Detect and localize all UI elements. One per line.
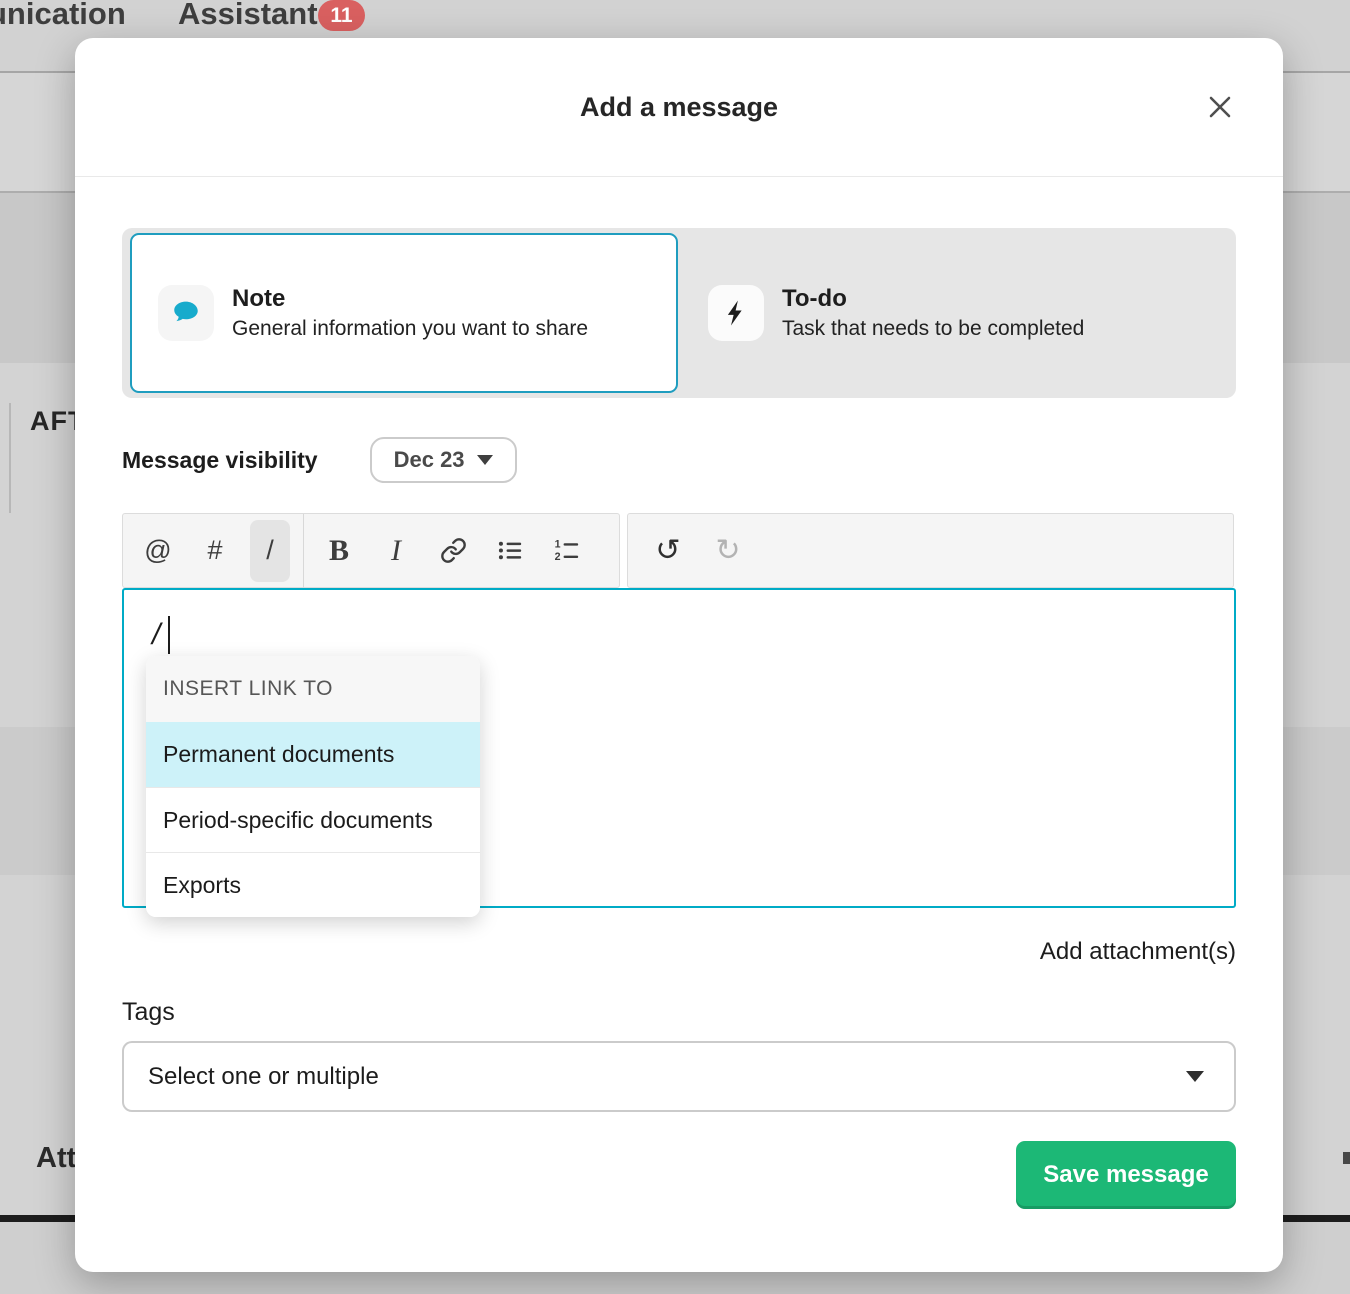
message-type-selector: Note General information you want to sha… <box>122 228 1236 398</box>
save-message-button[interactable]: Save message <box>1016 1141 1236 1209</box>
tab-communication[interactable]: unication <box>0 0 126 32</box>
toolbar-separator <box>303 514 304 589</box>
editor-typed-text: / <box>152 618 161 651</box>
lightning-bolt-icon <box>708 285 764 341</box>
modal-header: Add a message <box>75 38 1283 177</box>
chevron-down-icon <box>476 455 493 465</box>
assistant-count-badge: 11 <box>318 0 365 31</box>
menu-item-permanent-documents[interactable]: Permanent documents <box>146 722 480 787</box>
svg-text:1: 1 <box>554 539 560 551</box>
message-visibility-row: Message visibility Dec 23 <box>122 437 1236 483</box>
tags-label: Tags <box>122 998 175 1026</box>
menu-item-period-specific-documents[interactable]: Period-specific documents <box>146 787 480 852</box>
speech-bubble-icon <box>158 285 214 341</box>
editor-toolbar: @ # / B I 1 2 ↺ ↻ <box>122 513 1236 589</box>
hashtag-button[interactable]: # <box>193 520 237 582</box>
redo-icon[interactable]: ↻ <box>706 520 750 582</box>
add-message-modal: Add a message Note General information y… <box>75 38 1283 1272</box>
visibility-date-dropdown[interactable]: Dec 23 <box>369 437 517 483</box>
screen: unication Assistant 11 AFT Att Add a mes… <box>0 0 1350 1294</box>
insert-link-menu-header: INSERT LINK TO <box>146 656 480 722</box>
todo-type-card[interactable]: To-do Task that needs to be completed <box>708 285 1084 341</box>
undo-icon[interactable]: ↺ <box>646 520 690 582</box>
note-card-title: Note <box>232 285 286 312</box>
tags-placeholder: Select one or multiple <box>148 1062 379 1090</box>
todo-card-description: Task that needs to be completed <box>782 317 1085 340</box>
message-visibility-label: Message visibility <box>122 446 318 473</box>
bold-button[interactable]: B <box>317 520 361 582</box>
note-card-description: General information you want to share <box>232 317 589 340</box>
message-editor[interactable]: / INSERT LINK TO Permanent documents Per… <box>122 588 1236 917</box>
add-attachments-link[interactable]: Add attachment(s) <box>1040 938 1236 966</box>
background-label-att: Att <box>36 1142 77 1174</box>
background-vertical-rule <box>9 403 11 513</box>
menu-item-exports[interactable]: Exports <box>146 852 480 917</box>
note-type-card[interactable]: Note General information you want to sha… <box>130 233 678 393</box>
italic-button[interactable]: I <box>374 520 418 582</box>
svg-text:2: 2 <box>554 551 560 563</box>
modal-title: Add a message <box>579 91 779 122</box>
mention-button[interactable]: @ <box>136 520 180 582</box>
tab-assistant[interactable]: Assistant <box>178 0 318 32</box>
bullet-list-icon[interactable] <box>488 520 532 582</box>
visibility-date-value: Dec 23 <box>393 447 465 472</box>
todo-card-title: To-do <box>782 285 847 312</box>
numbered-list-icon[interactable]: 1 2 <box>545 520 589 582</box>
slash-command-button[interactable]: / <box>250 519 290 582</box>
background-clipped-text-mark <box>1343 1152 1350 1164</box>
close-icon[interactable] <box>1205 92 1235 122</box>
insert-link-menu: INSERT LINK TO Permanent documents Perio… <box>146 656 480 917</box>
text-caret <box>168 616 170 654</box>
dropdown-arrow-icon <box>1186 1071 1204 1082</box>
tags-select[interactable]: Select one or multiple <box>122 1041 1236 1112</box>
link-icon[interactable] <box>431 520 475 582</box>
